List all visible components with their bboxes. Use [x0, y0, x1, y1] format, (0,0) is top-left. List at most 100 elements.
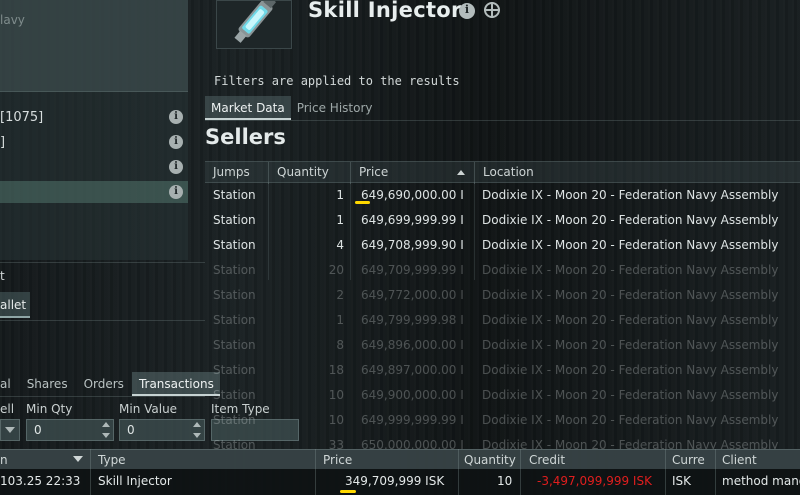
cell-price: 649,799,999.98 I	[361, 313, 464, 327]
table-header: Jumps Quantity Price Location	[205, 161, 800, 184]
sellers-table: Jumps Quantity Price Location Station 1 64…	[205, 161, 800, 458]
buy-sell-dropdown[interactable]	[0, 419, 20, 441]
cell-quantity: 18	[328, 363, 344, 377]
min-qty-value: 0	[34, 423, 42, 437]
group-name-fragment: lavy	[0, 13, 25, 27]
cell-jumps: Station	[213, 363, 256, 377]
cell-quantity: 8	[336, 338, 344, 352]
tab-market-data[interactable]: Market Data	[205, 96, 291, 120]
table-row[interactable]: Station 20 649,709,999.99 I Dodixie IX - Mo…	[205, 258, 800, 283]
cell-price: 649,897,000.00 I	[361, 363, 464, 377]
item-title: Skill Injector	[308, 0, 462, 22]
column-divider[interactable]	[268, 162, 269, 184]
transaction-price[interactable]: 349,709,999 ISK	[345, 474, 444, 488]
cell-jumps: Station	[213, 413, 256, 427]
column-divider[interactable]	[520, 449, 521, 495]
column-header-price[interactable]: Price	[359, 165, 388, 179]
min-value-value: 0	[127, 423, 135, 437]
tree-item-label: [1075]	[0, 109, 44, 125]
tree-item-3[interactable]: i	[0, 156, 188, 178]
column-divider	[474, 183, 475, 280]
min-qty-input[interactable]: 0	[26, 419, 114, 441]
cell-quantity: 10	[328, 413, 344, 427]
column-divider[interactable]	[458, 449, 459, 495]
tab-orders[interactable]: Orders	[76, 372, 132, 396]
column-divider[interactable]	[90, 449, 91, 495]
sort-descending-icon	[73, 456, 83, 462]
tree-item-selected[interactable]: i	[0, 181, 188, 203]
transaction-type[interactable]: Skill Injector	[98, 474, 172, 488]
stepper-icon[interactable]	[193, 422, 201, 438]
column-divider[interactable]	[715, 449, 716, 495]
column-header-date[interactable]: n	[0, 453, 8, 467]
info-icon[interactable]: i	[169, 160, 183, 174]
tree-item-2[interactable]: ] i	[0, 131, 188, 153]
cell-price: 649,699,999.99 I	[361, 213, 464, 227]
table-row[interactable]: Station 4 649,708,999.90 I Dodixie IX - Moo…	[205, 233, 800, 258]
transaction-date[interactable]: 103.25 22:33	[0, 474, 80, 488]
table-row[interactable]: Station 1 649,799,999.98 I Dodixie IX - Moo…	[205, 308, 800, 333]
divider	[0, 320, 205, 321]
table-row[interactable]: Station 1 649,699,999.99 I Dodixie IX - Moo…	[205, 208, 800, 233]
column-header-client[interactable]: Client	[722, 453, 757, 467]
divider	[0, 396, 205, 397]
cell-quantity: 10	[328, 388, 344, 402]
cell-jumps: Station	[213, 213, 256, 227]
table-row[interactable]: Station 1 649,690,000.00 I Dodixie IX - Moo…	[205, 183, 800, 208]
info-icon[interactable]: i	[169, 110, 183, 124]
column-divider[interactable]	[350, 162, 351, 184]
tab-journal[interactable]: al	[0, 372, 19, 396]
column-header-location[interactable]: Location	[483, 165, 534, 179]
divider	[0, 262, 205, 263]
tab-wallet[interactable]: allet	[0, 292, 30, 318]
crosshair-icon[interactable]	[484, 2, 500, 18]
transaction-client[interactable]: method mand	[722, 474, 800, 488]
min-value-input[interactable]: 0	[119, 419, 205, 441]
cell-price: 649,709,999.99 I	[361, 263, 464, 277]
filters-note: Filters are applied to the results	[214, 74, 460, 88]
cell-jumps: Station	[213, 313, 256, 327]
transaction-quantity[interactable]: 10	[497, 474, 512, 488]
tab-price-history[interactable]: Price History	[291, 96, 379, 120]
highlight-mark	[340, 490, 356, 493]
table-row[interactable]: Station 18 649,897,000.00 I Dodixie IX - Mo…	[205, 358, 800, 383]
cell-location: Dodixie IX - Moon 20 - Federation Navy A…	[482, 188, 779, 202]
column-divider[interactable]	[665, 449, 666, 495]
table-row[interactable]: Station 10 649,999,999.99 I Dodixie IX - Mo…	[205, 408, 800, 433]
info-icon[interactable]: i	[169, 185, 183, 199]
column-divider[interactable]	[474, 162, 475, 184]
tab-shares[interactable]: Shares	[19, 372, 76, 396]
cell-price: 649,772,000.00 I	[361, 288, 464, 302]
info-icon[interactable]: i	[459, 3, 475, 19]
market-group-header: lavy	[0, 0, 188, 92]
column-header-quantity[interactable]: Quantity	[464, 453, 516, 467]
stepper-icon[interactable]	[102, 422, 110, 438]
column-header-currency[interactable]: Curre	[672, 453, 705, 467]
cell-quantity: 1	[336, 313, 344, 327]
transaction-credit[interactable]: -3,497,099,999 ISK	[537, 474, 652, 488]
column-header-price[interactable]: Price	[323, 453, 352, 467]
table-row[interactable]: Station 8 649,896,000.00 I Dodixie IX - Moo…	[205, 333, 800, 358]
cell-quantity: 1	[336, 188, 344, 202]
table-header: n Type Price Quantity Credit Curre Clien…	[0, 449, 800, 469]
cell-jumps: Station	[213, 288, 256, 302]
column-divider[interactable]	[315, 449, 316, 495]
cell-quantity: 4	[336, 238, 344, 252]
tree-item-label: ]	[0, 134, 6, 150]
skill-injector-icon[interactable]	[216, 0, 292, 49]
cell-price: 649,999,999.99 I	[361, 413, 464, 427]
cell-quantity: 2	[336, 288, 344, 302]
column-header-type[interactable]: Type	[98, 453, 126, 467]
info-icon[interactable]: i	[169, 135, 183, 149]
table-row[interactable]: Station 10 649,900,000.00 I Dodixie IX - Mo…	[205, 383, 800, 408]
column-header-credit[interactable]: Credit	[529, 453, 565, 467]
transaction-currency[interactable]: ISK	[672, 474, 691, 488]
min-qty-label: Min Qty	[26, 402, 73, 416]
cell-jumps: Station	[213, 388, 256, 402]
tree-item-1[interactable]: [1075] i	[0, 106, 188, 128]
cell-location: Dodixie IX - Moon 20 - Federation Navy A…	[482, 413, 779, 427]
transactions-table: n Type Price Quantity Credit Curre Clien…	[0, 449, 800, 495]
column-header-jumps[interactable]: Jumps	[213, 165, 250, 179]
table-row[interactable]: Station 2 649,772,000.00 I Dodixie IX - Moo…	[205, 283, 800, 308]
column-header-quantity[interactable]: Quantity	[277, 165, 329, 179]
